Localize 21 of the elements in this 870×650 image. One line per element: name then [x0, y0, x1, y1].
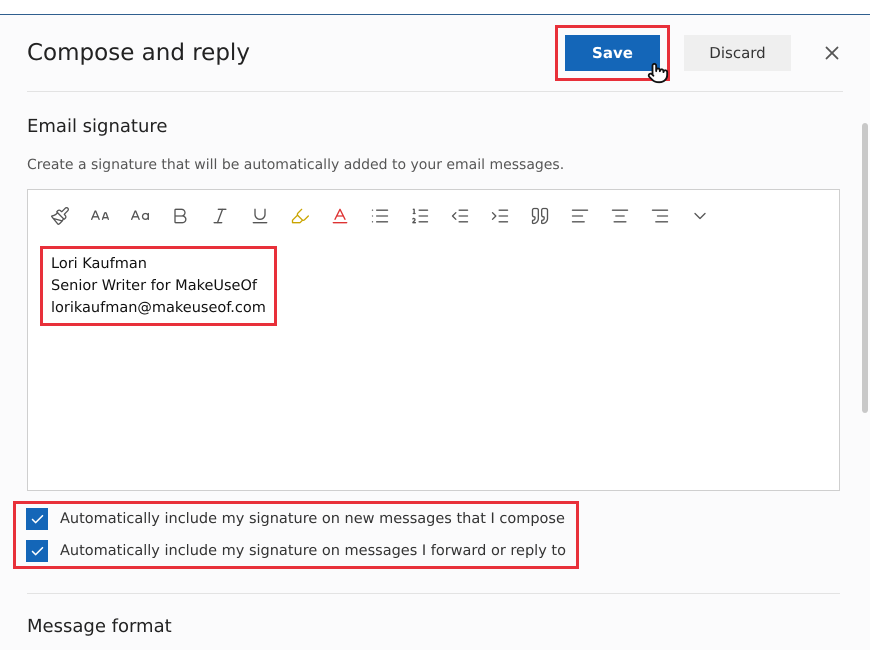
- signature-editor[interactable]: Lori Kaufman Senior Writer for MakeUseOf lorikaufman@makeuseof.com: [27, 189, 840, 491]
- hand-cursor-icon: [647, 62, 669, 84]
- underline-icon[interactable]: [250, 206, 270, 226]
- font-color-icon[interactable]: [330, 206, 350, 226]
- paintbrush-icon[interactable]: [50, 206, 70, 226]
- checkbox[interactable]: [26, 540, 48, 562]
- section-title: Email signature: [27, 116, 168, 137]
- save-button[interactable]: Save: [565, 35, 660, 71]
- checkbox[interactable]: [26, 508, 48, 530]
- signature-line: Senior Writer for MakeUseOf: [51, 277, 258, 296]
- quote-icon[interactable]: [530, 206, 550, 226]
- signature-line: lorikaufman@makeuseof.com: [51, 299, 266, 318]
- section-title: Message format: [27, 616, 173, 637]
- discard-button[interactable]: Discard: [684, 35, 791, 71]
- numbered-list-icon[interactable]: [410, 206, 430, 226]
- panel-title: Compose and reply: [27, 40, 251, 66]
- checkbox-label: Automatically include my signature on new messages that I compose: [60, 511, 565, 527]
- section-description: Create a signature that will be automatically added to your email messages.: [27, 157, 566, 173]
- checkbox-label: Automatically include my signature on messages I forward or reply to: [60, 543, 566, 559]
- signature-line: Lori Kaufman: [51, 255, 148, 274]
- scrollbar-thumb[interactable]: [862, 123, 868, 413]
